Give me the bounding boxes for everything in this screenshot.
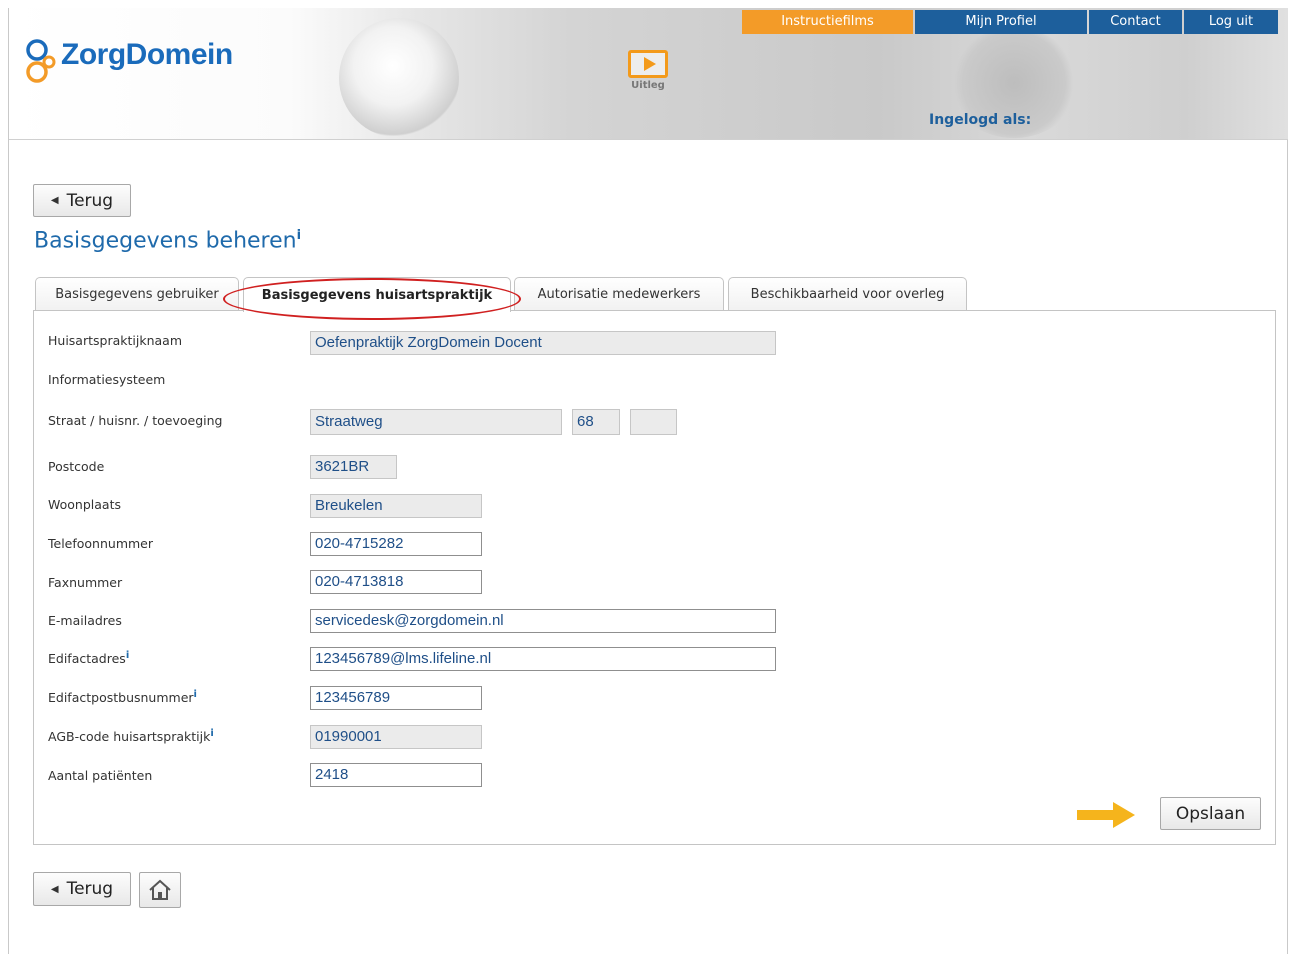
field-huisnummer[interactable]: 68 (572, 409, 620, 435)
field-aantal-patienten[interactable]: 2418 (310, 763, 482, 787)
label-edifactpostbusnummer: Edifactpostbusnummeri (48, 689, 197, 705)
play-icon[interactable] (628, 50, 668, 78)
back-button-bottom[interactable]: ◀ Terug (33, 872, 131, 906)
form-panel: Huisartspraktijknaam Oefenpraktijk ZorgD… (33, 310, 1276, 845)
label-huisartspraktijknaam: Huisartspraktijknaam (48, 333, 182, 348)
back-button-label: Terug (66, 879, 114, 899)
label-edifactadres-text: Edifactadres (48, 651, 126, 667)
label-telefoonnummer: Telefoonnummer (48, 536, 154, 551)
caret-left-icon: ◀ (50, 883, 59, 895)
caret-left-icon: ◀ (50, 195, 59, 206)
back-button-top[interactable]: ◀ Terug (33, 184, 131, 217)
info-icon[interactable]: i (126, 650, 129, 661)
tab-autorisatie-medewerkers[interactable]: Autorisatie medewerkers (514, 277, 724, 311)
field-toevoeging[interactable] (630, 409, 677, 435)
label-woonplaats: Woonplaats (48, 497, 121, 512)
field-straat[interactable]: Straatweg (310, 409, 562, 435)
info-icon[interactable]: i (194, 689, 197, 700)
nav-log-uit[interactable]: Log uit (1184, 10, 1278, 34)
zorgdomein-logo-icon[interactable] (19, 24, 63, 88)
label-straat: Straat / huisnr. / toevoeging (48, 413, 223, 428)
nav-contact[interactable]: Contact (1089, 10, 1182, 34)
label-faxnummer: Faxnummer (48, 575, 123, 590)
logged-in-label: Ingelogd als: (929, 112, 1032, 128)
header-banner: ZorgDomein Uitleg Instructiefilms Mijn P… (9, 8, 1288, 140)
arrow-shaft (1077, 810, 1113, 820)
arrow-head (1113, 802, 1135, 828)
field-telefoonnummer[interactable]: 020-4715282 (310, 532, 482, 556)
label-agb-code-text: AGB-code huisartspraktijk (48, 729, 211, 745)
label-postcode: Postcode (48, 459, 105, 474)
label-aantal-patienten: Aantal patiënten (48, 768, 153, 783)
tab-basisgegevens-huisartspraktijk[interactable]: Basisgegevens huisartspraktijk (243, 277, 511, 312)
label-edifactpostbusnummer-text: Edifactpostbusnummer (48, 690, 194, 706)
video-label: Uitleg (631, 80, 665, 91)
label-emailadres: E-mailadres (48, 613, 122, 628)
arrow-right-icon (1077, 802, 1137, 828)
home-icon (149, 879, 171, 900)
tab-beschikbaarheid-overleg[interactable]: Beschikbaarheid voor overleg (728, 277, 967, 311)
info-icon[interactable]: i (297, 228, 301, 243)
top-navigation: Instructiefilms Mijn Profiel Contact Log… (742, 10, 1278, 34)
field-agb-code[interactable]: 01990001 (310, 725, 482, 749)
field-huisartspraktijknaam[interactable]: Oefenpraktijk ZorgDomein Docent (310, 331, 776, 355)
page-title-text: Basisgegevens beheren (34, 228, 297, 254)
save-button[interactable]: Opslaan (1160, 797, 1261, 830)
field-edifactpostbusnummer[interactable]: 123456789 (310, 686, 482, 710)
field-postcode[interactable]: 3621BR (310, 455, 397, 479)
label-edifactadres: Edifactadresi (48, 650, 129, 666)
field-emailadres[interactable]: servicedesk@zorgdomein.nl (310, 609, 776, 633)
nav-instructiefilms[interactable]: Instructiefilms (742, 10, 913, 34)
back-button-label: Terug (66, 190, 114, 211)
home-button[interactable] (139, 872, 181, 908)
video-explainer[interactable]: Uitleg (621, 50, 675, 106)
label-informatiesysteem: Informatiesysteem (48, 372, 166, 387)
info-icon[interactable]: i (210, 728, 213, 739)
page-title: Basisgegevens behereni (34, 228, 301, 253)
field-woonplaats[interactable]: Breukelen (310, 494, 482, 518)
nav-mijn-profiel[interactable]: Mijn Profiel (915, 10, 1087, 34)
label-agb-code: AGB-code huisartspraktijki (48, 728, 214, 744)
page-frame: ZorgDomein Uitleg Instructiefilms Mijn P… (8, 8, 1288, 954)
field-faxnummer[interactable]: 020-4713818 (310, 570, 482, 594)
tab-basisgegevens-gebruiker[interactable]: Basisgegevens gebruiker (35, 277, 239, 311)
field-edifactadres[interactable]: 123456789@lms.lifeline.nl (310, 647, 776, 671)
brand-name[interactable]: ZorgDomein (61, 38, 233, 72)
stethoscope-image (339, 18, 459, 138)
